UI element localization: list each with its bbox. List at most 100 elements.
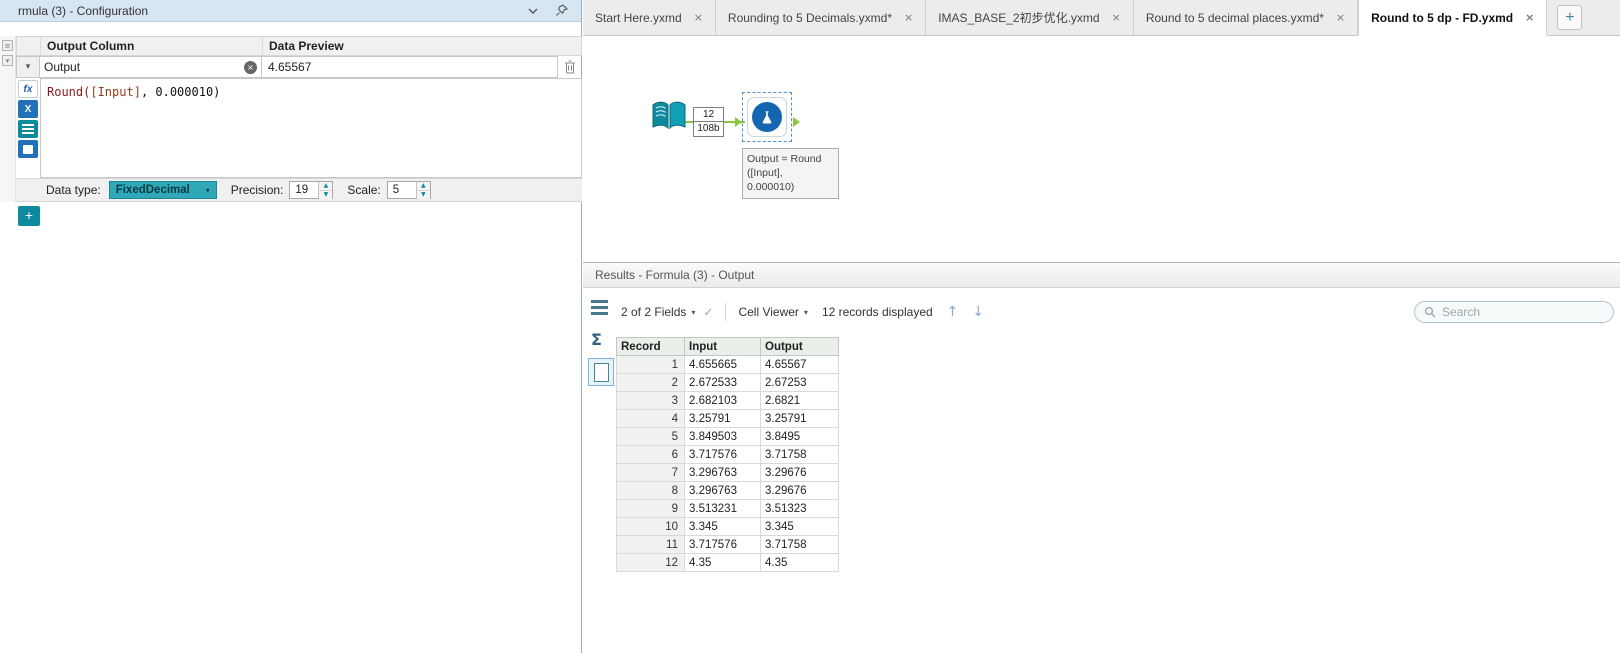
cell-output[interactable]: 3.29676	[760, 481, 839, 500]
cell-input[interactable]: 3.717576	[684, 445, 761, 464]
row-expand-chevron-icon[interactable]: ▾	[16, 56, 40, 78]
cell-record[interactable]: 7	[616, 463, 685, 482]
metadata-view-icon[interactable]: Σ	[591, 330, 602, 349]
cell-output[interactable]: 3.345	[760, 517, 839, 536]
cell-output[interactable]: 3.25791	[760, 409, 839, 428]
cell-record[interactable]: 10	[616, 517, 685, 536]
tab-close-icon[interactable]: ×	[904, 11, 913, 24]
cell-record[interactable]: 11	[616, 535, 685, 554]
panel-dock-strip: ≡ ▾	[0, 36, 16, 202]
cell-record[interactable]: 9	[616, 499, 685, 518]
data-type-label: Data type:	[46, 183, 101, 197]
search-input[interactable]	[1442, 305, 1604, 319]
panel-chevron-down-icon[interactable]	[525, 3, 541, 19]
table-row: 1 4.655665 4.65567	[616, 355, 839, 374]
tab-label: IMAS_BASE_2初步优化.yxmd	[938, 11, 1100, 25]
cell-output[interactable]: 3.71758	[760, 445, 839, 464]
output-column-field[interactable]: Output ×	[40, 56, 262, 78]
variables-icon[interactable]: X	[18, 100, 38, 118]
cell-input[interactable]: 4.35	[684, 553, 761, 572]
cell-output[interactable]: 3.51323	[760, 499, 839, 518]
tab-imas-base[interactable]: IMAS_BASE_2初步优化.yxmd ×	[926, 0, 1134, 35]
column-header-output[interactable]: Output	[760, 337, 839, 356]
cell-input[interactable]: 3.513231	[684, 499, 761, 518]
pin-icon[interactable]	[553, 3, 569, 19]
cell-record[interactable]: 8	[616, 481, 685, 500]
cell-input[interactable]: 2.682103	[684, 391, 761, 410]
data-view-icon-selected[interactable]	[588, 358, 614, 386]
tab-close-icon[interactable]: ×	[1112, 11, 1121, 24]
cell-output[interactable]: 3.8495	[760, 427, 839, 446]
results-title: Results - Formula (3) - Output	[595, 268, 755, 282]
functions-icon[interactable]: fx	[18, 80, 38, 98]
scale-up-icon[interactable]: ▲	[416, 182, 430, 190]
formula-tool[interactable]	[747, 97, 787, 137]
save-expression-icon[interactable]	[18, 140, 38, 158]
precision-up-icon[interactable]: ▲	[319, 182, 333, 190]
precision-value[interactable]: 19	[290, 182, 318, 198]
cell-output[interactable]: 3.71758	[760, 535, 839, 554]
cell-output[interactable]: 2.67253	[760, 373, 839, 392]
cell-record[interactable]: 6	[616, 445, 685, 464]
output-column-name[interactable]: Output	[44, 60, 244, 74]
cell-input[interactable]: 3.849503	[684, 427, 761, 446]
tab-rounding-to-5-decimals[interactable]: Rounding to 5 Decimals.yxmd* ×	[715, 0, 927, 35]
tab-start-here[interactable]: Start Here.yxmd ×	[583, 0, 716, 35]
columns-icon-bar	[22, 124, 34, 126]
expression-editor[interactable]: Round([Input], 0.000010)	[40, 78, 582, 178]
tab-round-to-5-dp-fd[interactable]: Round to 5 dp - FD.yxmd ×	[1358, 0, 1548, 36]
data-type-dropdown[interactable]: FixedDecimal ▾	[108, 181, 217, 199]
new-tab-button[interactable]: +	[1557, 5, 1583, 30]
cell-record[interactable]: 4	[616, 409, 685, 428]
cell-input[interactable]: 3.296763	[684, 481, 761, 500]
scroll-down-icon[interactable]: ↓	[972, 304, 984, 320]
scroll-up-icon[interactable]: ↑	[947, 304, 959, 320]
cell-input[interactable]: 3.345	[684, 517, 761, 536]
precision-down-icon[interactable]: ▼	[319, 190, 333, 199]
cell-output[interactable]: 3.29676	[760, 463, 839, 482]
cell-output[interactable]: 2.6821	[760, 391, 839, 410]
column-header-record[interactable]: Record	[616, 337, 685, 356]
fields-dropdown[interactable]: 2 of 2 Fields ▾	[621, 305, 695, 319]
workflow-canvas[interactable]: 12 108b Output = Round ([Input], 0.00001…	[583, 36, 1620, 262]
cell-output[interactable]: 4.35	[760, 553, 839, 572]
input-data-tool[interactable]	[649, 96, 689, 136]
scale-value[interactable]: 5	[388, 182, 416, 198]
columns-icon[interactable]	[18, 120, 38, 138]
cell-record[interactable]: 2	[616, 373, 685, 392]
scale-down-icon[interactable]: ▼	[416, 190, 430, 199]
cell-record[interactable]: 3	[616, 391, 685, 410]
input-anchor-arrow-icon[interactable]	[735, 117, 742, 127]
cell-input[interactable]: 3.717576	[684, 535, 761, 554]
tab-close-icon[interactable]: ×	[1525, 11, 1534, 24]
grid-view-icon[interactable]	[591, 300, 609, 315]
cell-input[interactable]: 4.655665	[684, 355, 761, 374]
clear-field-icon[interactable]: ×	[244, 60, 257, 74]
search-icon	[1424, 306, 1436, 318]
precision-stepper[interactable]: 19 ▲ ▼	[289, 181, 334, 199]
column-header-input[interactable]: Input	[684, 337, 761, 356]
fields-check-icon[interactable]: ✓	[703, 305, 713, 319]
cell-record[interactable]: 12	[616, 553, 685, 572]
cell-input[interactable]: 2.672533	[684, 373, 761, 392]
cell-viewer-label: Cell Viewer	[738, 305, 799, 319]
table-row: 5 3.849503 3.8495	[616, 427, 839, 446]
tab-close-icon[interactable]: ×	[694, 11, 703, 24]
cell-record[interactable]: 5	[616, 427, 685, 446]
add-expression-button[interactable]: +	[18, 206, 40, 226]
grid-header-gutter	[17, 37, 41, 55]
tab-close-icon[interactable]: ×	[1336, 11, 1345, 24]
connection-progress-label[interactable]: 12 108b	[693, 107, 724, 137]
table-row: 6 3.717576 3.71758	[616, 445, 839, 464]
tool-annotation[interactable]: Output = Round ([Input], 0.000010)	[742, 148, 839, 199]
delete-expression-button[interactable]	[558, 56, 582, 78]
cell-input[interactable]: 3.296763	[684, 463, 761, 482]
search-box[interactable]	[1414, 301, 1614, 323]
cell-input[interactable]: 3.25791	[684, 409, 761, 428]
scale-stepper[interactable]: 5 ▲ ▼	[386, 181, 431, 199]
cell-viewer-dropdown[interactable]: Cell Viewer ▾	[738, 305, 807, 319]
tab-round-to-5-decimal-places[interactable]: Round to 5 decimal places.yxmd* ×	[1133, 0, 1359, 35]
cell-output[interactable]: 4.65567	[760, 355, 839, 374]
output-anchor-arrow-icon[interactable]	[793, 117, 800, 127]
cell-record[interactable]: 1	[616, 355, 685, 374]
